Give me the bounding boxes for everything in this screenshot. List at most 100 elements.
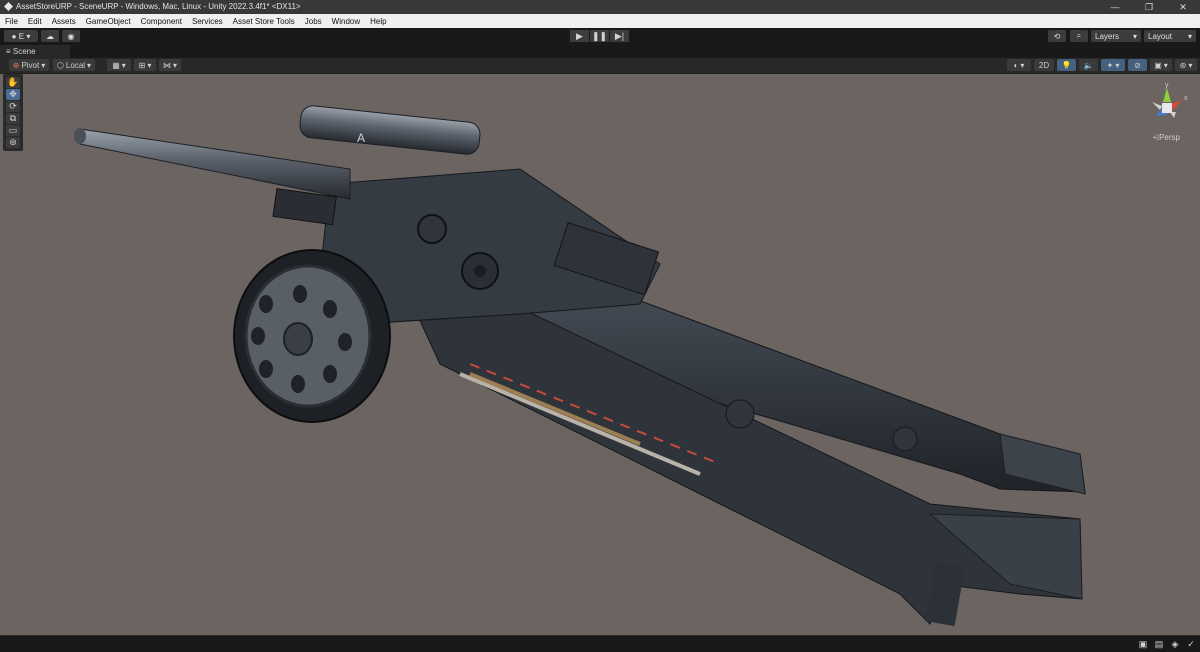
status-bar: ▣ ▤ ◈ ✓ (0, 635, 1200, 652)
menu-services[interactable]: Services (187, 17, 228, 26)
collab-button[interactable]: ◉ (62, 30, 80, 42)
gizmo-x-label: x (1184, 95, 1188, 102)
gun-wheel (233, 249, 391, 423)
menu-window[interactable]: Window (327, 17, 365, 26)
shading-icon: ◐ (1013, 60, 1019, 70)
menu-edit[interactable]: Edit (23, 17, 47, 26)
local-label: Local (65, 60, 86, 70)
hidden-objects-toggle[interactable]: ⊘ (1128, 59, 1147, 71)
tab-scene[interactable]: ≡ Scene (0, 45, 70, 58)
increment-snap-dropdown[interactable]: ⋈ ▾ (159, 59, 181, 71)
menu-jobs[interactable]: Jobs (300, 17, 327, 26)
chevron-down-icon: ▾ (1020, 60, 1025, 70)
play-controls: ▶ ❚❚ ▶| (570, 30, 629, 42)
hand-tool[interactable]: ✋ (6, 77, 20, 88)
chevron-down-icon: ▾ (121, 60, 126, 70)
layout-dropdown[interactable]: Layout ▾ (1144, 30, 1196, 42)
light-bulb-icon: 💡 (1061, 60, 1072, 70)
maximize-button[interactable]: ❐ (1132, 0, 1166, 14)
move-tool[interactable]: ✥ (6, 89, 20, 100)
progress-icon[interactable]: ◈ (1170, 639, 1180, 649)
menu-component[interactable]: Component (136, 17, 187, 26)
effects-icon: ✦ (1106, 60, 1114, 70)
gizmo-y-arrow[interactable] (1163, 88, 1171, 102)
menu-help[interactable]: Help (365, 17, 391, 26)
chevron-down-icon: ▾ (1132, 31, 1137, 41)
tab-scene-label: Scene (12, 47, 36, 56)
scene-viewport[interactable]: A ✋ ✥ ⟳ ⧉ ▭ ⊛ y x ⩤Persp (0, 74, 1200, 635)
unity-icon (4, 2, 13, 11)
scene-render: A (74, 105, 1086, 627)
step-icon: ▶| (614, 30, 625, 41)
effects-dropdown[interactable]: ✦ ▾ (1101, 59, 1125, 71)
grid-plane-icon: ⊞ (138, 60, 146, 70)
history-button[interactable]: ⟲ (1048, 30, 1066, 42)
minimize-button[interactable]: — (1098, 0, 1132, 14)
menu-asset-store-tools[interactable]: Asset Store Tools (228, 17, 300, 26)
play-button[interactable]: ▶ (570, 30, 589, 42)
orientation-gizmo[interactable]: y x (1142, 80, 1192, 132)
persp-label: Persp (1159, 133, 1180, 142)
camera-icon: ▣ (1154, 60, 1162, 70)
tool-palette: ✋ ✥ ⟳ ⧉ ▭ ⊛ (3, 74, 23, 151)
play-icon: ▶ (576, 30, 583, 41)
menu-gameobject[interactable]: GameObject (81, 17, 136, 26)
chevron-down-icon: ▾ (41, 60, 46, 70)
grid-visibility-dropdown[interactable]: ⊞ ▾ (134, 59, 156, 71)
chevron-down-icon: ▾ (172, 60, 177, 70)
notification-icon[interactable]: ✓ (1186, 639, 1196, 649)
transform-tool[interactable]: ⊛ (6, 137, 20, 148)
search-button[interactable]: ⌕ (1070, 30, 1088, 42)
mode-2d-label: 2D (1038, 60, 1050, 70)
eye-slash-icon: ⊘ (1134, 60, 1141, 70)
gizmos-dropdown[interactable]: ⊛ ▾ (1175, 59, 1197, 71)
scale-tool[interactable]: ⧉ (6, 113, 20, 124)
chevron-down-icon: ▾ (87, 60, 92, 70)
scene-tab-icon: ≡ (6, 47, 13, 56)
auto-generate-lighting-icon[interactable]: ▣ (1138, 639, 1148, 649)
menu-file[interactable]: File (0, 17, 23, 26)
menu-assets[interactable]: Assets (47, 17, 81, 26)
chevron-down-icon: ▾ (147, 60, 152, 70)
camera-dropdown[interactable]: ▣ ▾ (1150, 59, 1172, 71)
chevron-down-icon: ▾ (1115, 60, 1120, 70)
chevron-down-icon: ▾ (1187, 31, 1192, 41)
pause-icon: ❚❚ (591, 30, 608, 41)
tab-bar: ≡ Scene (0, 45, 1200, 59)
perspective-toggle[interactable]: ⩤Persp (1153, 133, 1180, 143)
local-dropdown[interactable]: ⬡ Local ▾ (53, 59, 95, 71)
account-icon: ● (11, 31, 17, 41)
grid-icon: ▦ (112, 60, 120, 70)
local-icon: ⬡ (56, 60, 64, 70)
menu-bar: File Edit Assets GameObject Component Se… (0, 14, 1200, 28)
rect-icon: ▭ (8, 125, 18, 135)
snap-icon: ⋈ (162, 60, 171, 70)
audio-toggle[interactable]: 🔈 (1079, 59, 1098, 71)
pause-button[interactable]: ❚❚ (590, 30, 609, 42)
window-title: AssetStoreURP - SceneURP - Windows, Mac,… (16, 2, 301, 11)
close-button[interactable]: ✕ (1166, 0, 1200, 14)
audio-icon: 🔈 (1083, 60, 1094, 70)
rotate-tool[interactable]: ⟳ (6, 101, 20, 112)
toggle-2d-button[interactable]: 2D (1034, 59, 1054, 71)
search-icon: ⌕ (1076, 31, 1082, 40)
layers-label: Layers (1095, 31, 1120, 41)
rect-tool[interactable]: ▭ (6, 125, 20, 136)
account-dropdown[interactable]: ● E ▾ (4, 30, 38, 42)
main-toolbar: ● E ▾ ☁ ◉ ▶ ❚❚ ▶| ⟲ ⌕ Layers ▾ Layout ▾ (0, 28, 1200, 45)
cache-server-icon[interactable]: ▤ (1154, 639, 1164, 649)
move-icon: ✥ (9, 89, 17, 99)
lighting-toggle[interactable]: 💡 (1057, 59, 1076, 71)
step-button[interactable]: ▶| (610, 30, 629, 42)
scene-toolbar: ⊕ Pivot ▾ ⬡ Local ▾ ▦ ▾ ⊞ ▾ ⋈ ▾ ◐ ▾ 2D 💡 🔈 ✦ ▾ ⊘ … (0, 58, 1200, 74)
collab-icon: ◉ (67, 31, 75, 41)
cloud-button[interactable]: ☁ (41, 30, 59, 42)
gizmo-x-arrow[interactable] (1171, 100, 1182, 110)
layers-dropdown[interactable]: Layers ▾ (1091, 30, 1141, 42)
hand-icon: ✋ (7, 77, 19, 87)
draw-mode-dropdown[interactable]: ◐ ▾ (1007, 59, 1031, 71)
chevron-down-icon: ▾ (1188, 60, 1193, 70)
account-label: E (18, 31, 25, 41)
grid-snap-dropdown[interactable]: ▦ ▾ (107, 59, 131, 71)
pivot-dropdown[interactable]: ⊕ Pivot ▾ (9, 59, 49, 71)
